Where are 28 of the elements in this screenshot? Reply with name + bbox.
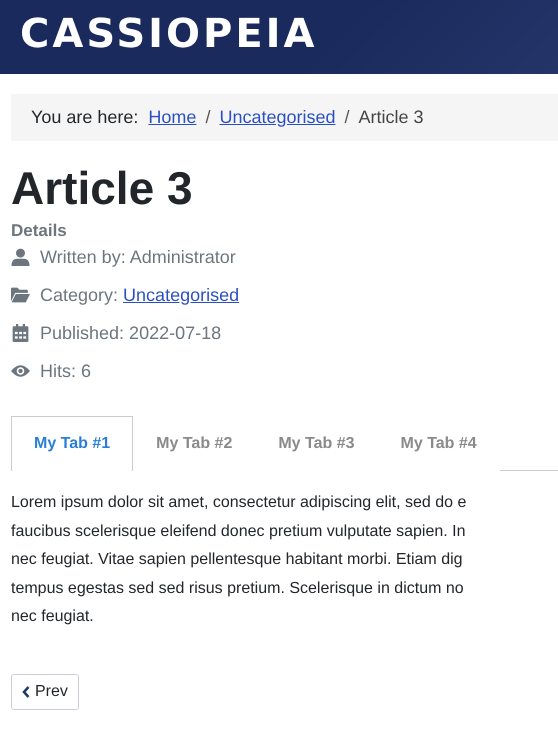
tab[interactable]: My Tab #1 (11, 416, 134, 471)
category-link[interactable]: Uncategorised (123, 284, 240, 304)
detail-text: Hits: 6 (40, 360, 92, 382)
article-title: Article 3 (11, 165, 194, 211)
details-heading: Details (11, 221, 68, 241)
prev-button[interactable]: Prev (11, 674, 79, 710)
chevron-left-icon (22, 686, 30, 698)
calendar-icon (11, 324, 30, 342)
detail-text: Published: 2022-07-18 (40, 322, 222, 344)
paragraph-line: Lorem ipsum dolor sit amet, consectetur adipiscing elit, sed do e (11, 493, 468, 513)
tab[interactable]: My Tab #2 (133, 416, 256, 471)
folder-icon (11, 286, 30, 304)
site-logo[interactable]: CASSIOPEIA (20, 14, 318, 54)
breadcrumb-link[interactable]: Uncategorised (219, 107, 336, 128)
paragraph-line: faucibus scelerisque eleifend donec pretium vulputate sapien. In (11, 522, 467, 542)
breadcrumb-link[interactable]: Home (148, 107, 196, 128)
breadcrumb-separator: / (344, 107, 350, 128)
tab[interactable]: My Tab #3 (255, 416, 378, 471)
detail-text: Category: Uncategorised (40, 284, 240, 306)
detail-text: Written by: Administrator (40, 246, 236, 268)
paragraph-line: nec feugiat. Vitae sapien pellentesque habitant morbi. Etiam dig (11, 550, 464, 570)
paragraph-line: nec feugiat. (11, 607, 95, 628)
breadcrumb-current: Article 3 (358, 107, 424, 128)
user-icon (11, 248, 30, 266)
tab[interactable]: My Tab #4 (378, 416, 500, 471)
breadcrumb-label: You are here: (31, 107, 138, 128)
breadcrumb-separator: / (205, 107, 210, 128)
paragraph-line: tempus egestas sed sed risus pretium. Scelerisque in dictum no (11, 578, 465, 599)
